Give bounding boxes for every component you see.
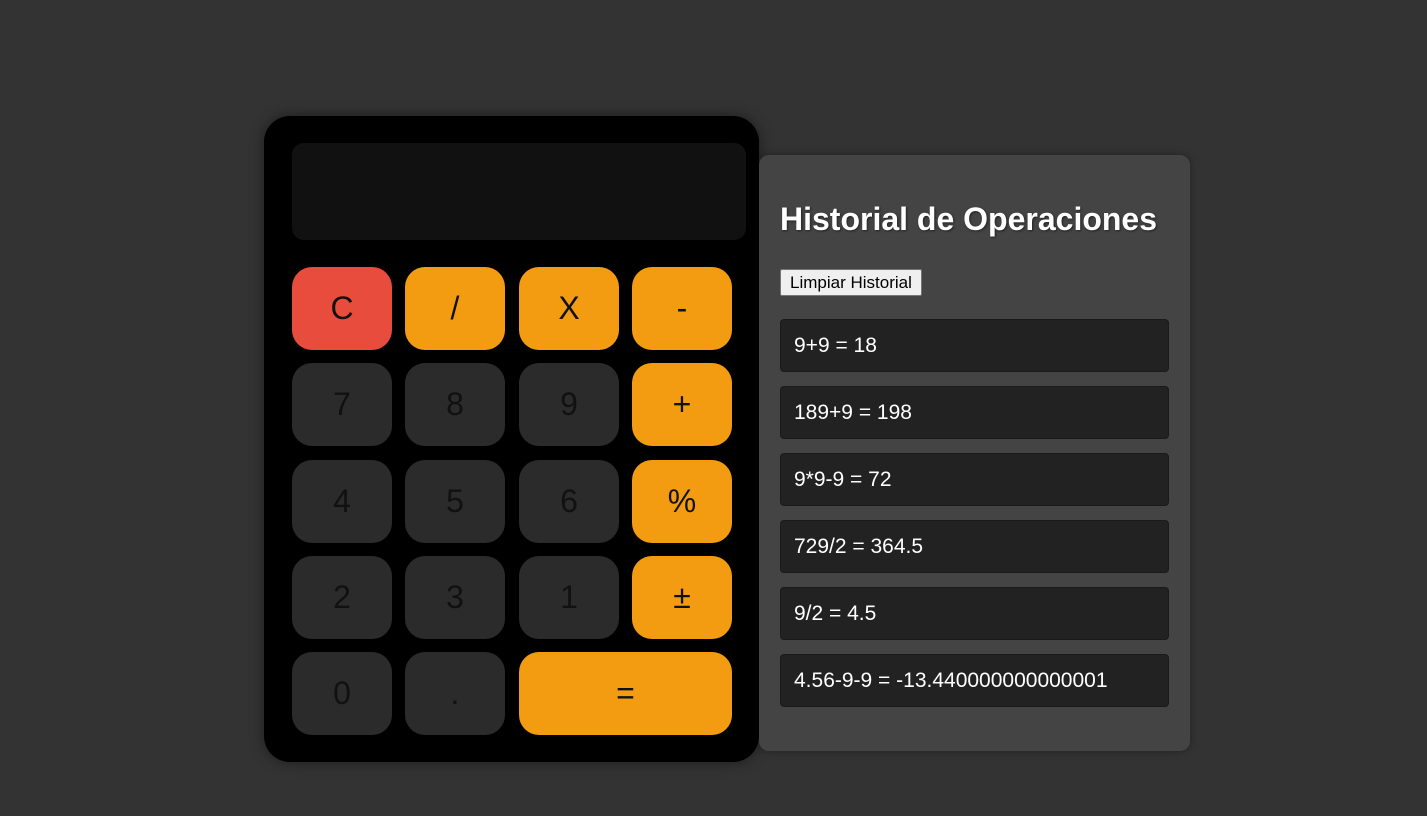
history-title: Historial de Operaciones (780, 201, 1158, 237)
digit-6-button[interactable]: 6 (519, 460, 619, 543)
digit-1-button[interactable]: 1 (519, 556, 619, 639)
calculator: C / X - 7 8 9 + 4 5 6 % 2 3 1 ± 0 . = (264, 116, 759, 762)
subtract-button[interactable]: - (632, 267, 732, 350)
history-item: 9/2 = 4.5 (780, 587, 1169, 640)
digit-0-button[interactable]: 0 (292, 652, 392, 735)
history-panel: Historial de Operaciones Limpiar Histori… (759, 155, 1190, 751)
history-item: 9*9-9 = 72 (780, 453, 1169, 506)
history-list: 9+9 = 18 189+9 = 198 9*9-9 = 72 729/2 = … (780, 319, 1169, 721)
digit-8-button[interactable]: 8 (405, 363, 505, 446)
digit-5-button[interactable]: 5 (405, 460, 505, 543)
equals-button[interactable]: = (519, 652, 732, 735)
plus-minus-button[interactable]: ± (632, 556, 732, 639)
decimal-button[interactable]: . (405, 652, 505, 735)
digit-9-button[interactable]: 9 (519, 363, 619, 446)
digit-4-button[interactable]: 4 (292, 460, 392, 543)
clear-history-button[interactable]: Limpiar Historial (780, 269, 922, 296)
percent-button[interactable]: % (632, 460, 732, 543)
clear-button[interactable]: C (292, 267, 392, 350)
add-button[interactable]: + (632, 363, 732, 446)
multiply-button[interactable]: X (519, 267, 619, 350)
history-item: 4.56-9-9 = -13.440000000000001 (780, 654, 1169, 707)
digit-3-button[interactable]: 3 (405, 556, 505, 639)
divide-button[interactable]: / (405, 267, 505, 350)
history-item: 189+9 = 198 (780, 386, 1169, 439)
calculator-display (292, 143, 746, 240)
digit-2-button[interactable]: 2 (292, 556, 392, 639)
history-item: 9+9 = 18 (780, 319, 1169, 372)
digit-7-button[interactable]: 7 (292, 363, 392, 446)
history-item: 729/2 = 364.5 (780, 520, 1169, 573)
